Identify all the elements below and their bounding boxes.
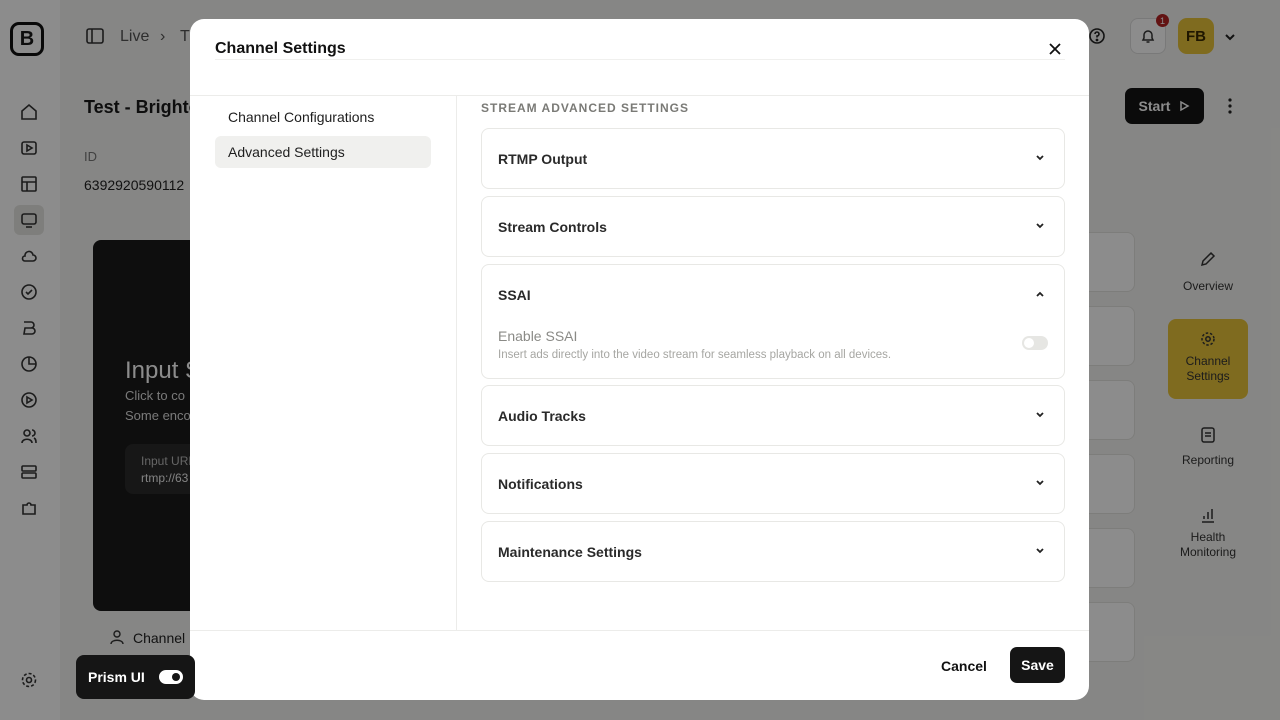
section-heading: STREAM ADVANCED SETTINGS: [481, 101, 690, 115]
close-icon: [1049, 43, 1061, 55]
nav-item-label: Channel Configurations: [228, 109, 375, 125]
accordion-title: Maintenance Settings: [498, 544, 642, 560]
chevron-down-icon: [1036, 480, 1044, 486]
save-button[interactable]: Save: [1010, 647, 1065, 683]
close-button[interactable]: [1043, 37, 1067, 61]
header-divider: [190, 95, 1089, 96]
chevron-up-icon: [1036, 291, 1044, 297]
chevron-down-icon: [1036, 548, 1044, 554]
chevron-down-icon: [1036, 412, 1044, 418]
accordion-title: Stream Controls: [498, 219, 607, 235]
title-underline: [215, 59, 1065, 60]
dialog-title: Channel Settings: [215, 40, 346, 57]
nav-item-advanced-settings[interactable]: Advanced Settings: [215, 136, 431, 168]
cancel-button[interactable]: Cancel: [929, 649, 999, 683]
nav-item-channel-configurations[interactable]: Channel Configurations: [215, 101, 431, 133]
footer-divider: [190, 630, 1089, 631]
enable-ssai-label: Enable SSAI: [498, 328, 578, 344]
accordion-rtmp-output[interactable]: RTMP Output: [481, 128, 1065, 189]
accordion-title: RTMP Output: [498, 151, 588, 167]
accordion-notifications[interactable]: Notifications: [481, 453, 1065, 514]
prism-ui-label: Prism UI: [88, 669, 145, 685]
accordion-stream-controls[interactable]: Stream Controls: [481, 196, 1065, 257]
accordion-ssai[interactable]: SSAI Enable SSAI Insert ads directly int…: [481, 264, 1065, 379]
enable-ssai-description: Insert ads directly into the video strea…: [498, 349, 892, 361]
prism-ui-switch[interactable]: [159, 670, 183, 684]
switch-knob: [172, 673, 180, 681]
toggle-knob: [1024, 338, 1034, 348]
nav-divider: [456, 96, 457, 630]
accordion-maintenance-settings[interactable]: Maintenance Settings: [481, 521, 1065, 582]
nav-item-label: Advanced Settings: [228, 144, 345, 160]
accordion-audio-tracks[interactable]: Audio Tracks: [481, 385, 1065, 446]
chevron-down-icon: [1036, 223, 1044, 229]
channel-settings-dialog: Channel Settings Channel Configurations …: [190, 19, 1089, 700]
accordion-title: Audio Tracks: [498, 408, 586, 424]
chevron-down-icon: [1036, 155, 1044, 161]
accordion-title: Notifications: [498, 476, 583, 492]
accordion-title: SSAI: [498, 287, 531, 303]
enable-ssai-toggle[interactable]: [1022, 336, 1048, 350]
